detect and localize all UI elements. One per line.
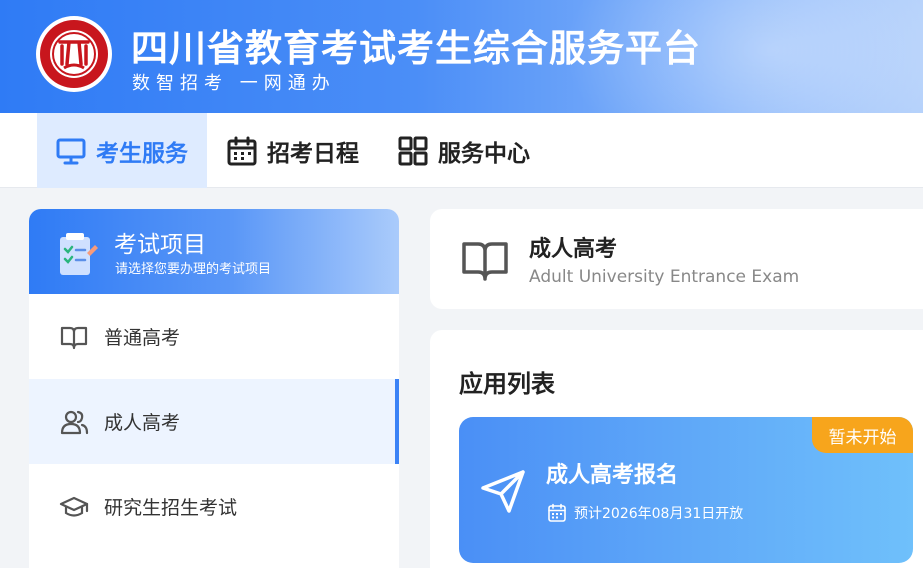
- sidebar-item-adult-gaokao[interactable]: 成人高考: [29, 379, 399, 464]
- nav-tab-label: 考生服务: [96, 140, 188, 167]
- application-open-date: 预计2026年08月31日开放: [547, 503, 743, 523]
- nav-tab-schedule[interactable]: 招考日程: [226, 113, 359, 188]
- exam-title: 成人高考: [529, 237, 618, 262]
- sidebar-item-graduate-exam[interactable]: 研究生招生考试: [29, 464, 399, 549]
- sidebar-title: 考试项目: [114, 232, 206, 258]
- sidebar-header: 考试项目 请选择您要办理的考试项目: [29, 209, 399, 294]
- application-date-text: 预计2026年08月31日开放: [574, 506, 744, 522]
- application-card-adult-registration[interactable]: 成人高考报名 预计2026年08月31日开放 暂未开始: [459, 417, 913, 563]
- site-header: 四川省教育考试考生综合服务平台 数智招考 一网通办: [0, 0, 923, 113]
- site-subtitle: 数智招考 一网通办: [132, 73, 336, 94]
- application-name: 成人高考报名: [546, 463, 679, 488]
- nav-tab-label: 招考日程: [267, 140, 359, 167]
- calendar-icon: [548, 503, 566, 522]
- checklist-clipboard-icon: [60, 233, 98, 275]
- grid-icon: [398, 136, 428, 165]
- site-title: 四川省教育考试考生综合服务平台: [131, 27, 701, 70]
- application-list-heading: 应用列表: [459, 370, 555, 398]
- sidebar-subtitle: 请选择您要办理的考试项目: [115, 262, 272, 277]
- application-list-panel: 应用列表 成人高考报名 预计2026年08月31日开放 暂未开始: [430, 330, 923, 568]
- nav-tab-service-center[interactable]: 服务中心: [397, 113, 530, 188]
- site-logo[interactable]: [36, 16, 112, 92]
- users-icon: [60, 410, 89, 434]
- sidebar-item-label: 普通高考: [104, 327, 181, 349]
- sidebar-item-label: 研究生招生考试: [104, 497, 238, 519]
- book-open-icon: [462, 242, 508, 281]
- book-open-icon: [60, 326, 88, 349]
- graduation-cap-icon: [59, 496, 89, 517]
- sidebar-item-label: 成人高考: [104, 412, 181, 434]
- exam-english-title: Adult University Entrance Exam: [529, 267, 800, 287]
- exam-info-card: 成人高考 Adult University Entrance Exam: [430, 209, 923, 309]
- send-paper-plane-icon: [481, 470, 525, 513]
- calendar-icon: [227, 136, 257, 165]
- monitor-icon: [56, 138, 86, 164]
- sidebar-item-general-gaokao[interactable]: 普通高考: [29, 294, 399, 379]
- status-badge: 暂未开始: [812, 417, 913, 453]
- exam-project-sidebar: 考试项目 请选择您要办理的考试项目 普通高考 成人高考 研究生招生考试: [29, 209, 399, 568]
- top-nav: 考生服务 招考日程 服务中心: [0, 113, 923, 188]
- nav-tab-student-services[interactable]: 考生服务: [37, 113, 207, 188]
- seal-logo-icon: [40, 20, 108, 88]
- nav-tab-label: 服务中心: [438, 140, 530, 167]
